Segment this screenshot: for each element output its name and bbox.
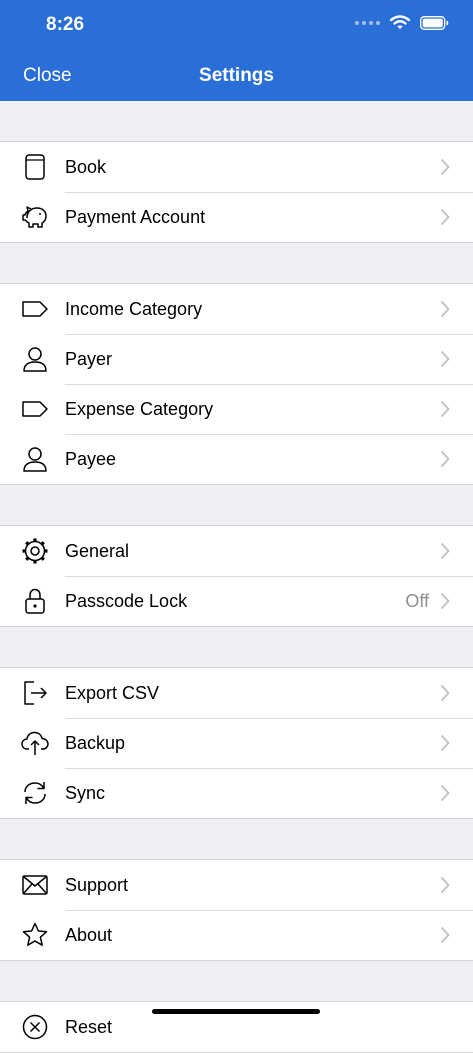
settings-row-book[interactable]: Book: [0, 142, 473, 192]
gear-icon: [20, 536, 50, 566]
star-icon: [20, 920, 50, 950]
chevron-right-icon: [441, 209, 450, 225]
chevron-right-icon: [441, 685, 450, 701]
settings-list: Book Payment Account Income Category Pay…: [0, 101, 473, 1053]
settings-row-payer[interactable]: Payer: [0, 334, 473, 384]
chevron-right-icon: [441, 785, 450, 801]
settings-group: General Passcode Lock Off: [0, 525, 473, 627]
tag-icon: [20, 294, 50, 324]
chevron-right-icon: [441, 351, 450, 367]
settings-group: Support About: [0, 859, 473, 961]
battery-icon: [420, 15, 449, 30]
piggy-bank-icon: [20, 202, 50, 232]
row-label: General: [65, 540, 130, 561]
cloud-upload-icon: [20, 728, 50, 758]
person-icon: [20, 344, 50, 374]
settings-row-about[interactable]: About: [0, 910, 473, 960]
circle-x-icon: [20, 1012, 50, 1042]
row-label: About: [65, 924, 113, 945]
settings-row-backup[interactable]: Backup: [0, 718, 473, 768]
lock-icon: [20, 586, 50, 616]
row-label: Backup: [65, 732, 126, 753]
navigation-header: 8:26 Close Settings: [0, 0, 473, 101]
sync-icon: [20, 778, 50, 808]
chevron-right-icon: [441, 401, 450, 417]
row-label: Book: [65, 156, 107, 177]
settings-group: Book Payment Account: [0, 141, 473, 243]
page-title: Settings: [199, 65, 274, 86]
row-label: Passcode Lock: [65, 590, 188, 611]
settings-row-expense-category[interactable]: Expense Category: [0, 384, 473, 434]
row-label: Reset: [65, 1016, 113, 1037]
status-time: 8:26: [46, 14, 85, 35]
row-label: Expense Category: [65, 398, 214, 419]
row-label: Payment Account: [65, 206, 206, 227]
settings-row-payee[interactable]: Payee: [0, 434, 473, 484]
wifi-icon: [390, 15, 410, 29]
cellular-signal-icon: [355, 20, 380, 25]
row-label: Sync: [65, 782, 106, 803]
settings-row-payment-account[interactable]: Payment Account: [0, 192, 473, 242]
settings-row-support[interactable]: Support: [0, 860, 473, 910]
chevron-right-icon: [441, 877, 450, 893]
settings-row-sync[interactable]: Sync: [0, 768, 473, 818]
settings-row-income-category[interactable]: Income Category: [0, 284, 473, 334]
row-label: Payee: [65, 448, 117, 469]
row-label: Support: [65, 874, 129, 895]
export-icon: [20, 678, 50, 708]
passcode-lock-status: Off: [405, 590, 429, 611]
chevron-right-icon: [441, 543, 450, 559]
chevron-right-icon: [441, 735, 450, 751]
envelope-icon: [20, 870, 50, 900]
chevron-right-icon: [441, 593, 450, 609]
settings-group: Export CSV Backup Sync: [0, 667, 473, 819]
chevron-right-icon: [441, 159, 450, 175]
settings-row-general[interactable]: General: [0, 526, 473, 576]
tag-icon: [20, 394, 50, 424]
settings-group: Income Category Payer Expense Category P…: [0, 283, 473, 485]
settings-row-export-csv[interactable]: Export CSV: [0, 668, 473, 718]
home-indicator[interactable]: [152, 1009, 320, 1014]
row-label: Income Category: [65, 298, 203, 319]
settings-row-passcode-lock[interactable]: Passcode Lock Off: [0, 576, 473, 626]
row-label: Payer: [65, 348, 113, 369]
chevron-right-icon: [441, 301, 450, 317]
book-icon: [20, 152, 50, 182]
row-label: Export CSV: [65, 682, 160, 703]
chevron-right-icon: [441, 927, 450, 943]
chevron-right-icon: [441, 451, 450, 467]
status-icons: [355, 15, 449, 30]
person-icon: [20, 444, 50, 474]
